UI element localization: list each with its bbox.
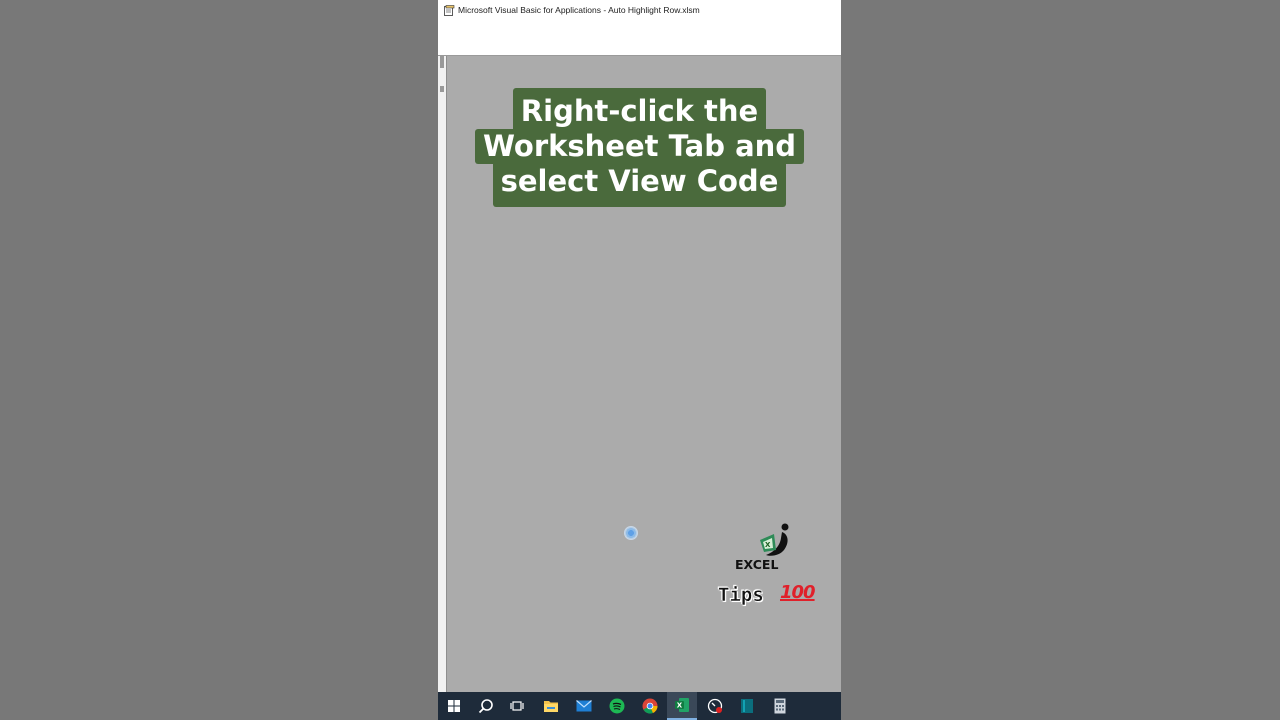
svg-text:X: X (765, 541, 771, 549)
excel-icon[interactable]: X (667, 692, 697, 720)
logo-tips-text: Tips (718, 584, 764, 606)
mail-icon[interactable] (569, 692, 599, 720)
vba-icon (444, 5, 455, 16)
caption-line: Right-click the (512, 88, 767, 129)
caption-line: Worksheet Tab and (474, 129, 805, 164)
title-bar[interactable]: Microsoft Visual Basic for Applications … (438, 0, 841, 56)
logo-figure-icon: X (760, 523, 789, 556)
tutorial-caption: Right-click the Worksheet Tab and select… (438, 88, 841, 207)
search-icon[interactable] (471, 692, 501, 720)
file-explorer-icon[interactable] (536, 692, 566, 720)
caption-line: select View Code (492, 164, 787, 207)
svg-text:X: X (677, 702, 683, 710)
task-view-icon[interactable] (502, 692, 532, 720)
window-title: Microsoft Visual Basic for Applications … (458, 5, 700, 15)
screen-recorder-icon[interactable] (700, 692, 730, 720)
vba-window: Microsoft Visual Basic for Applications … (438, 0, 841, 720)
app-icon[interactable] (732, 692, 762, 720)
logo-excel-text: EXCEL (735, 557, 779, 572)
chrome-icon[interactable] (635, 692, 665, 720)
screen: Microsoft Visual Basic for Applications … (0, 0, 1280, 720)
spotify-icon[interactable] (602, 692, 632, 720)
windows-taskbar: X (438, 692, 841, 720)
splitter-mark (440, 56, 444, 68)
excel-tips-logo: X EXCEL Tips 100 (718, 522, 818, 612)
mouse-cursor-highlight (624, 526, 638, 540)
windows-start-icon[interactable] (439, 692, 469, 720)
hundred-emoji-icon: 100 (780, 582, 816, 603)
calculator-icon[interactable] (765, 692, 795, 720)
